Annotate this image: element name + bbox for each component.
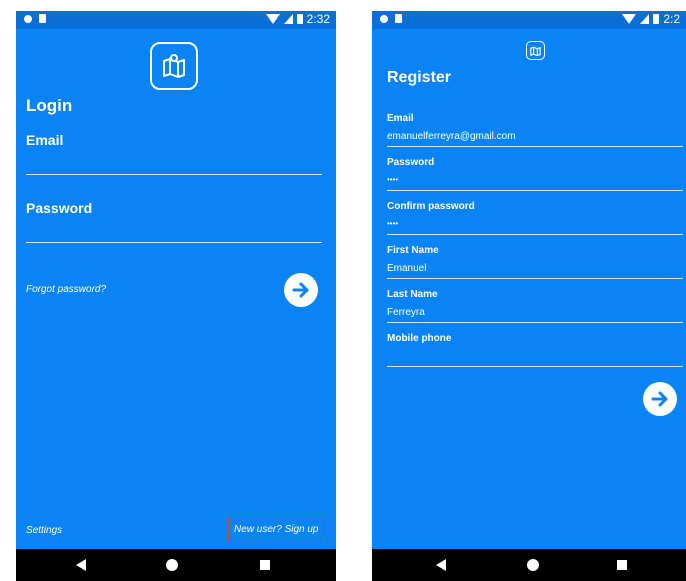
password-label: Password	[387, 157, 435, 168]
signal-icon	[283, 14, 293, 24]
settings-link[interactable]: Settings	[26, 525, 62, 536]
email-field[interactable]	[26, 154, 322, 175]
email-label: Email	[387, 113, 414, 124]
notification-dot-icon	[24, 14, 32, 23]
first-name-field[interactable]: Emanuel	[387, 263, 683, 279]
login-submit-button[interactable]	[284, 273, 318, 307]
map-logo-icon	[150, 42, 198, 90]
status-time: 2:32	[306, 12, 330, 26]
confirm-password-field[interactable]: ••••	[387, 219, 683, 235]
arrow-right-icon	[292, 282, 309, 298]
mobile-phone-label: Mobile phone	[387, 333, 452, 344]
password-field[interactable]	[26, 222, 322, 243]
home-icon[interactable]	[166, 559, 178, 571]
recents-icon[interactable]	[260, 560, 270, 570]
wifi-icon	[265, 14, 280, 24]
page-title: Login	[26, 96, 73, 115]
map-logo-icon	[526, 41, 545, 60]
status-bar: 2:32	[16, 11, 336, 29]
password-label: Password	[26, 200, 93, 216]
recents-icon[interactable]	[617, 560, 627, 570]
signup-link[interactable]: New user? Sign up	[234, 524, 319, 535]
page-title: Register	[387, 69, 452, 86]
confirm-password-label: Confirm password	[387, 201, 475, 212]
notification-dot-icon	[380, 14, 388, 23]
last-name-field[interactable]: Ferreyra	[387, 307, 683, 323]
status-time: 2:2	[663, 12, 680, 26]
battery-icon	[653, 14, 660, 24]
first-name-label: First Name	[387, 245, 439, 256]
sd-card-icon	[39, 14, 46, 23]
back-icon[interactable]	[436, 559, 446, 571]
last-name-label: Last Name	[387, 289, 438, 300]
navigation-bar	[372, 549, 686, 581]
login-screen: 2:32 Login Email Password Forgot passwor…	[16, 11, 336, 581]
mobile-phone-field[interactable]	[387, 351, 683, 367]
status-bar: 2:2	[372, 11, 686, 29]
arrow-right-icon	[651, 391, 668, 407]
register-submit-button[interactable]	[643, 382, 677, 416]
battery-icon	[296, 14, 303, 24]
wifi-icon	[622, 14, 637, 24]
register-screen: 2:2 Register Email emanuelferreyra@gmail…	[372, 11, 686, 581]
sd-card-icon	[395, 14, 402, 23]
navigation-bar	[16, 549, 336, 581]
back-icon[interactable]	[76, 559, 86, 571]
email-field[interactable]: emanuelferreyra@gmail.com	[387, 131, 683, 147]
forgot-password-link[interactable]: Forgot password?	[26, 284, 106, 295]
signal-icon	[640, 14, 650, 24]
password-field[interactable]: ••••	[387, 175, 683, 191]
email-label: Email	[26, 132, 64, 148]
home-icon[interactable]	[527, 559, 539, 571]
